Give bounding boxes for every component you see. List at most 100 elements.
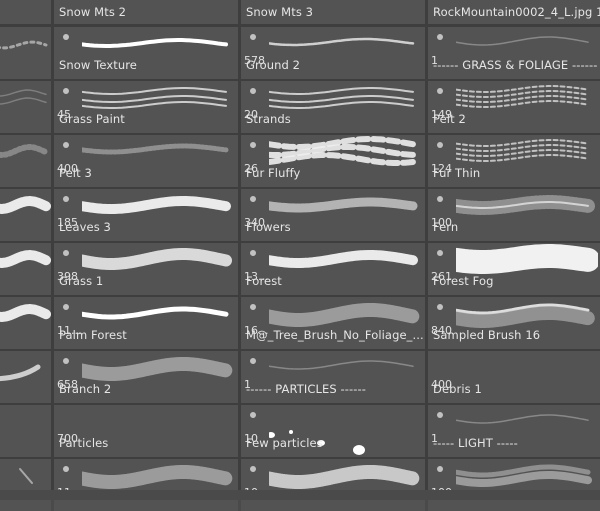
brush-stroke-preview <box>269 197 418 213</box>
brush-preset-cell[interactable] <box>0 243 51 295</box>
brush-preset-cell[interactable]: RockMountain0002_4_L.jpg 1 <box>428 0 600 24</box>
panel-bottom <box>0 490 600 500</box>
brush-preset-cell[interactable]: 1 ----- LIGHT ----- <box>428 405 600 457</box>
brush-stroke-preview <box>456 464 592 487</box>
brush-preset-cell[interactable]: 45 Grass Paint <box>54 81 238 133</box>
brush-preset-cell[interactable]: 1 ------ GRASS & FOLIAGE ------ <box>428 27 600 79</box>
brush-preset-cell[interactable]: 149 Pelt 2 <box>428 81 600 133</box>
brush-stroke-preview <box>0 143 49 159</box>
brush-tip-icon <box>432 191 452 211</box>
brush-stroke-preview <box>269 465 420 489</box>
brush-stroke-preview <box>456 154 589 162</box>
brush-preset-cell[interactable] <box>0 405 51 457</box>
brush-preset-name: Grass Paint <box>59 112 125 126</box>
brush-stroke-preview <box>456 85 589 108</box>
brush-stroke-preview <box>456 36 589 46</box>
brush-stroke-preview <box>269 152 416 166</box>
brush-preset-cell[interactable]: 11... Palm Forest <box>54 297 238 349</box>
brush-preset-name: Fern <box>433 220 459 234</box>
brush-stroke-preview <box>0 40 48 50</box>
brush-preset-cell[interactable]: 26 Fur Fluffy <box>241 135 425 187</box>
brush-tip-icon <box>58 191 78 211</box>
brush-preset-cell[interactable]: 100 <box>428 459 600 511</box>
brush-stroke-preview <box>0 195 51 215</box>
brush-preset-name: M@_Tree_Brush_No_Foliage_... <box>246 328 424 342</box>
brush-preset-cell[interactable]: 10... <box>241 459 425 511</box>
brush-preset-cell[interactable]: 10 Few particles <box>241 405 425 457</box>
brush-preset-cell[interactable]: 340 Flowers <box>241 189 425 241</box>
brush-preset-cell[interactable] <box>0 189 51 241</box>
brush-preset-name: Snow Mts 2 <box>59 5 127 19</box>
brush-stroke-preview <box>269 360 414 370</box>
brush-preset-cell[interactable]: 20 Strands <box>241 81 425 133</box>
brush-stroke-preview <box>0 89 47 97</box>
brush-stroke-preview <box>82 196 231 214</box>
brush-preset-cell[interactable]: 124 Fur Thin <box>428 135 600 187</box>
brush-tip-icon <box>58 353 78 373</box>
brush-tip-icon <box>58 461 78 481</box>
brush-preset-name: RockMountain0002_4_L.jpg 1 <box>433 5 600 19</box>
brush-preset-cell[interactable]: 658 Branch 2 <box>54 351 238 403</box>
brush-preset-cell[interactable] <box>0 135 51 187</box>
brush-preset-cell[interactable]: Snow Mts 3 <box>241 0 425 24</box>
brush-preset-name: Grass 1 <box>59 274 104 288</box>
brush-stroke-preview <box>269 101 414 109</box>
brush-preset-cell[interactable]: 185 Leaves 3 <box>54 189 238 241</box>
brush-stroke-preview <box>0 40 48 50</box>
brush-preset-cell[interactable]: 578 Ground 2 <box>241 27 425 79</box>
brush-preset-name: Few particles <box>246 436 323 450</box>
brush-preset-cell[interactable]: 400 Debris 1 <box>428 351 600 403</box>
brush-stroke-preview <box>0 143 49 159</box>
brush-stroke-preview <box>82 95 227 103</box>
particle-dot <box>289 430 293 434</box>
brush-stroke-preview <box>82 248 232 270</box>
brush-preset-cell[interactable]: 100 Fern <box>428 189 600 241</box>
brush-preset-cell[interactable]: 13... Forest <box>241 243 425 295</box>
brush-stroke-preview <box>0 303 51 323</box>
brush-preset-cell[interactable] <box>0 27 51 79</box>
brush-preset-cell[interactable]: 11... <box>54 459 238 511</box>
brush-stroke-preview <box>0 89 47 105</box>
brush-tip-icon <box>58 137 78 157</box>
brush-tip-icon <box>245 299 265 319</box>
brush-preset-name: Snow Texture <box>59 58 137 72</box>
brush-preset-cell[interactable]: 261 Forest Fog <box>428 243 600 295</box>
brush-stroke-preview <box>269 465 420 489</box>
brush-tip-icon <box>245 83 265 103</box>
brush-tip-icon <box>58 83 78 103</box>
brush-tip-icon <box>432 83 452 103</box>
brush-stroke-preview <box>82 101 227 109</box>
brush-preset-cell[interactable]: 1 ------ PARTICLES ------ <box>241 351 425 403</box>
brush-preset-cell[interactable]: Snow Texture <box>54 27 238 79</box>
brush-preset-cell[interactable] <box>0 351 51 403</box>
brush-tip-icon <box>245 245 265 265</box>
brush-preset-cell[interactable]: 700 Particles <box>54 405 238 457</box>
brush-tip-icon <box>58 245 78 265</box>
brush-preset-name: Snow Mts 3 <box>246 5 314 19</box>
brush-preset-cell[interactable]: 840 Sampled Brush 16 <box>428 297 600 349</box>
brush-preset-cell[interactable]: 398 Grass 1 <box>54 243 238 295</box>
brush-tip-icon <box>432 461 452 481</box>
brush-stroke-preview <box>0 97 47 105</box>
brush-preset-name: Strands <box>246 112 291 126</box>
brush-preset-cell[interactable] <box>0 81 51 133</box>
brush-preset-cell[interactable]: 16... M@_Tree_Brush_No_Foliage_... <box>241 297 425 349</box>
brush-preset-cell[interactable] <box>0 297 51 349</box>
brush-tip-icon <box>245 191 265 211</box>
brush-stroke-preview <box>82 306 229 320</box>
brush-tip-icon <box>58 29 78 49</box>
brush-tip-icon <box>245 29 265 49</box>
brush-tip-icon <box>432 299 452 319</box>
brush-stroke-preview <box>82 143 229 155</box>
brush-stroke-preview <box>0 364 41 382</box>
brush-stroke-preview <box>456 306 595 328</box>
brush-preset-grid: Snow Mts 2 Snow Mts 3 RockMountain0002_4_L… <box>0 0 600 511</box>
brush-stroke-preview <box>0 249 51 269</box>
brush-stroke-preview <box>82 87 227 95</box>
brush-preset-cell[interactable]: 400 Pelt 3 <box>54 135 238 187</box>
brush-preset-cell[interactable] <box>0 459 51 511</box>
brush-preset-cell[interactable]: Snow Mts 2 <box>54 0 238 24</box>
brush-stroke-preview <box>269 197 418 213</box>
brush-tip-icon <box>245 353 265 373</box>
brush-preset-cell[interactable] <box>0 0 51 24</box>
